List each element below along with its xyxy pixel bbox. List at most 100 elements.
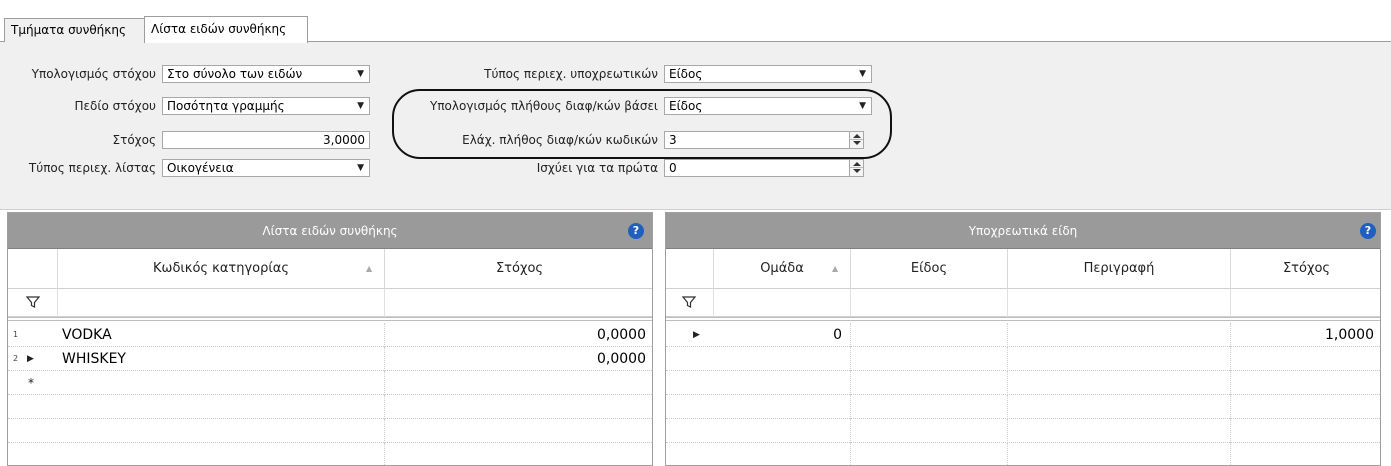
row-number: 1 [13,330,19,339]
target-cell[interactable]: 0,0000 [385,347,652,371]
min-distinct-codes-value: 3 [669,133,677,147]
column-header-category-code[interactable]: Κωδικός κατηγορίας ▲ [58,249,385,289]
filter-target[interactable] [1231,289,1380,317]
empty-cell [851,443,1008,465]
filter-row [8,289,652,317]
sort-asc-icon: ▲ [366,264,373,273]
empty-row [666,395,1380,419]
min-distinct-codes-label: Ελάχ. πλήθος διαφ/κών κωδικών [462,133,658,147]
filter-description[interactable] [1008,289,1231,317]
current-row-arrow-icon: ▶ [27,354,34,364]
empty-cell [851,395,1008,419]
chevron-down-icon: ▼ [357,69,364,79]
filter-row [666,289,1380,317]
empty-row [666,371,1380,395]
new-row[interactable]: * [8,371,652,395]
page: Τμήματα συνθήκης Λίστα ειδών συνθήκης Υπ… [0,0,1391,466]
empty-row [666,347,1380,371]
filter-icon[interactable] [26,295,40,309]
target-cell[interactable]: 1,0000 [1231,323,1380,347]
chevron-down-icon: ▼ [859,101,866,111]
target-label: Στόχος [112,133,156,147]
sort-asc-icon: ▲ [832,264,839,273]
filter-cell [8,289,58,317]
column-header-item[interactable]: Είδος [851,249,1008,289]
empty-cell [714,347,851,371]
condition-items-grid: Λίστα ειδών συνθήκης ? Κωδικός κατηγορία… [7,212,653,466]
help-icon[interactable]: ? [1360,223,1376,239]
table-row[interactable]: ▶ 0 1,0000 [666,323,1380,347]
table-row[interactable]: 1 VODKA 0,0000 [8,323,652,347]
target-calc-select[interactable]: Στο σύνολο των ειδών ▼ [162,65,370,83]
empty-cell [851,347,1008,371]
target-field-value: Ποσότητα γραμμής [167,99,285,113]
target-input[interactable]: 3,0000 [162,131,370,149]
empty-row [8,395,652,419]
empty-row [666,419,1380,443]
item-cell[interactable] [851,323,1008,347]
row-number: 2 [13,354,19,363]
description-cell[interactable] [1008,323,1231,347]
tab-condition-items-list[interactable]: Λίστα ειδών συνθήκης [144,16,308,43]
current-row-arrow-icon: ▶ [693,330,700,340]
empty-cell [851,371,1008,395]
empty-row [8,443,652,465]
table-row[interactable]: 2 ▶ WHISKEY 0,0000 [8,347,652,371]
column-header-target[interactable]: Στόχος [385,249,652,289]
category-code-cell[interactable]: WHISKEY [58,347,385,371]
filter-target[interactable] [385,289,652,317]
empty-cell[interactable] [385,371,652,395]
spinner-icon[interactable] [849,160,863,176]
empty-cell [58,395,385,419]
column-header-group[interactable]: Ομάδα ▲ [714,249,851,289]
row-indicator-header [666,249,714,289]
column-header-description[interactable]: Περιγραφή [1008,249,1231,289]
applies-first-label: Ισχύει για τα πρώτα [536,161,658,175]
divider [666,317,1380,321]
grid-caption: Λίστα ειδών συνθήκης [8,213,652,249]
tab-condition-sections[interactable]: Τμήματα συνθήκης [4,18,145,42]
distinct-count-calc-select[interactable]: Είδος ▼ [664,97,872,115]
mandatory-items-grid: Υποχρεωτικά είδη ? Ομάδα ▲ Είδος Περιγρα… [665,212,1381,466]
filter-icon[interactable] [682,295,696,309]
min-distinct-codes-stepper[interactable]: 3 [664,131,864,149]
applies-first-value: 0 [669,161,677,175]
grid-caption: Υποχρεωτικά είδη [666,213,1380,249]
condition-form: Υπολογισμός στόχου Στο σύνολο των ειδών … [0,42,1391,210]
list-content-type-select[interactable]: Οικογένεια ▼ [162,159,370,177]
chevron-down-icon: ▼ [357,101,364,111]
grid-header: Κωδικός κατηγορίας ▲ Στόχος [8,249,652,289]
mandatory-content-type-select[interactable]: Είδος ▼ [664,65,872,83]
empty-cell [714,371,851,395]
help-icon[interactable]: ? [628,223,644,239]
empty-cell [714,419,851,443]
list-content-type-value: Οικογένεια [167,161,234,175]
category-code-cell[interactable]: VODKA [58,323,385,347]
divider [8,317,652,321]
empty-row [8,419,652,443]
new-row-star-icon: * [28,376,34,390]
list-content-type-label: Τύπος περιεχ. λίστας [28,161,156,175]
empty-cell [714,395,851,419]
empty-cell [1008,443,1231,465]
filter-group[interactable] [714,289,851,317]
applies-first-stepper[interactable]: 0 [664,159,864,177]
chevron-down-icon: ▼ [859,69,866,79]
empty-cell[interactable] [58,371,385,395]
spinner-icon[interactable] [849,132,863,148]
target-field-select[interactable]: Ποσότητα γραμμής ▼ [162,97,370,115]
target-calc-value: Στο σύνολο των ειδών [167,67,303,81]
column-header-target[interactable]: Στόχος [1231,249,1380,289]
distinct-count-calc-label: Υπολογισμός πλήθους διαφ/κών βάσει [430,99,658,113]
mandatory-content-type-label: Τύπος περιεχ. υποχρεωτικών [484,67,658,81]
empty-row [666,443,1380,465]
target-cell[interactable]: 0,0000 [385,323,652,347]
empty-cell [58,419,385,443]
filter-category-code[interactable] [58,289,385,317]
empty-cell [1008,347,1231,371]
grid-header: Ομάδα ▲ Είδος Περιγραφή Στόχος [666,249,1380,289]
filter-item[interactable] [851,289,1008,317]
empty-cell [714,443,851,465]
empty-cell [1008,395,1231,419]
group-cell[interactable]: 0 [714,323,851,347]
